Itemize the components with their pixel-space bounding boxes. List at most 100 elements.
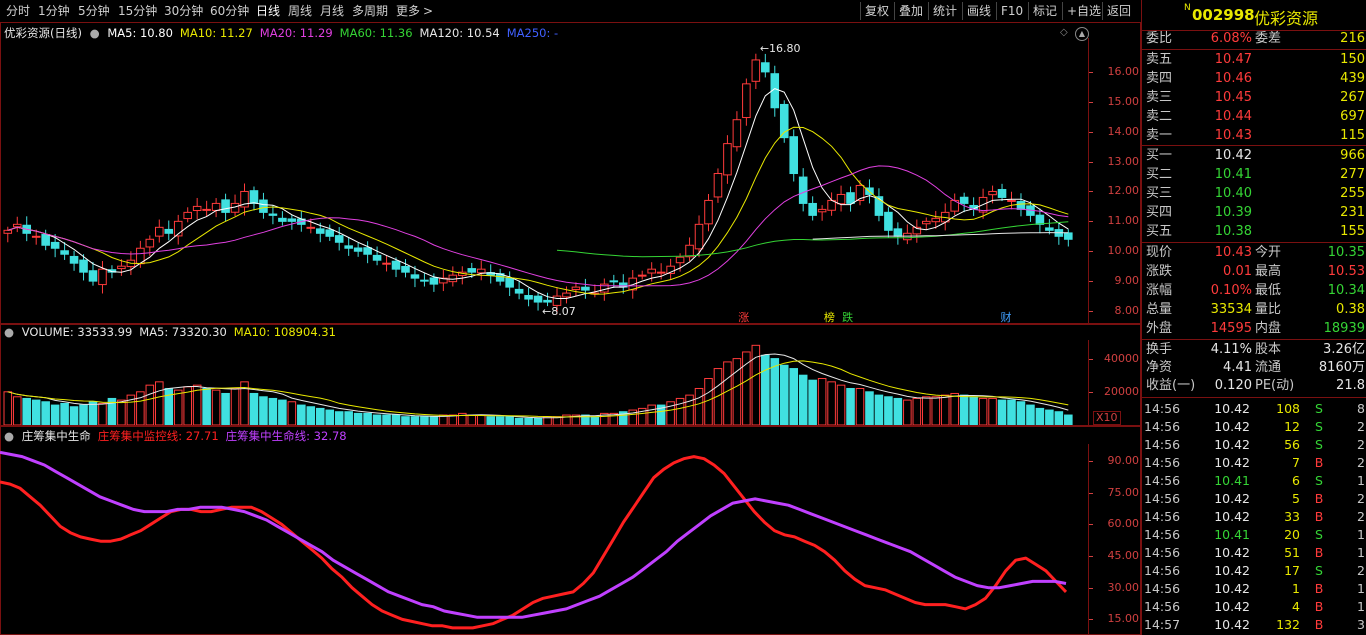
volume-bar[interactable]: [514, 417, 524, 425]
volume-bar[interactable]: [770, 358, 780, 425]
tick-row[interactable]: 14:57 10.42 132 B 3: [1142, 616, 1366, 634]
candle[interactable]: [334, 235, 344, 243]
volume-bar[interactable]: [249, 392, 259, 425]
volume-bar[interactable]: [1035, 407, 1045, 425]
volume-bar[interactable]: [789, 368, 799, 425]
volume-bar[interactable]: [306, 406, 316, 425]
volume-bar[interactable]: [1007, 399, 1016, 425]
candle[interactable]: [259, 199, 268, 213]
candle[interactable]: [723, 143, 732, 176]
volume-bar[interactable]: [230, 387, 240, 425]
volume-bar[interactable]: [420, 416, 429, 425]
volume-bar[interactable]: [202, 387, 211, 425]
volume-bar[interactable]: [69, 406, 79, 425]
candle[interactable]: [656, 271, 666, 274]
candle[interactable]: [420, 279, 429, 282]
volume-bar[interactable]: [259, 396, 268, 425]
volume-bar[interactable]: [145, 384, 155, 425]
volume-bar[interactable]: [742, 351, 751, 425]
toolbar-button-7[interactable]: 返回: [1102, 2, 1135, 20]
volume-bar[interactable]: [978, 397, 988, 425]
candle[interactable]: [836, 193, 846, 205]
tick-row[interactable]: 14:56 10.42 51 B 1: [1142, 544, 1366, 562]
volume-chart[interactable]: [0, 340, 1088, 425]
candle[interactable]: [884, 211, 893, 231]
volume-bar[interactable]: [268, 397, 278, 425]
period-tab-3[interactable]: 15分钟: [118, 3, 157, 19]
tick-row[interactable]: 14:56 10.42 7 B 2: [1142, 454, 1366, 472]
candle[interactable]: [410, 274, 420, 279]
candle[interactable]: [997, 189, 1007, 198]
candle[interactable]: [476, 268, 486, 274]
toolbar-button-4[interactable]: F10: [996, 2, 1027, 20]
toolbar-button-3[interactable]: 画线: [962, 2, 995, 20]
volume-bar[interactable]: [211, 389, 221, 425]
event-tag[interactable]: 跌: [842, 310, 853, 323]
tick-row[interactable]: 14:56 10.42 17 S 2: [1142, 562, 1366, 580]
candle[interactable]: [685, 244, 694, 258]
volume-bar[interactable]: [372, 414, 382, 425]
candle[interactable]: [789, 136, 799, 175]
candle[interactable]: [647, 268, 656, 274]
volume-bar[interactable]: [117, 399, 126, 425]
volume-bar[interactable]: [221, 392, 230, 425]
candle[interactable]: [732, 119, 742, 148]
candle[interactable]: [88, 270, 98, 282]
volume-bar[interactable]: [921, 396, 931, 425]
candle[interactable]: [249, 190, 259, 204]
volume-bar[interactable]: [827, 381, 836, 425]
bid-row[interactable]: 买四 10.39 231: [1142, 204, 1366, 222]
candle[interactable]: [278, 217, 287, 222]
volume-bar[interactable]: [997, 399, 1007, 425]
ask-row[interactable]: 卖四 10.46 439: [1142, 70, 1366, 88]
candle[interactable]: [581, 286, 590, 291]
volume-bar[interactable]: [12, 396, 22, 425]
period-tab-10[interactable]: 更多 >: [396, 3, 433, 19]
bid-row[interactable]: 买一 10.42 966: [1142, 147, 1366, 165]
volume-bar[interactable]: [865, 391, 874, 425]
candle[interactable]: [145, 238, 155, 248]
candle[interactable]: [12, 223, 22, 228]
candle[interactable]: [287, 218, 297, 222]
volume-bar[interactable]: [931, 396, 941, 425]
candle[interactable]: [41, 234, 50, 246]
candle[interactable]: [694, 223, 704, 250]
volume-bar[interactable]: [495, 416, 505, 425]
volume-bar[interactable]: [287, 401, 297, 425]
tick-row[interactable]: 14:56 10.41 6 S 1: [1142, 472, 1366, 490]
period-tab-8[interactable]: 月线: [320, 3, 344, 19]
tick-row[interactable]: 14:56 10.42 12 S 2: [1142, 418, 1366, 436]
volume-bar[interactable]: [278, 399, 287, 425]
candle[interactable]: [921, 220, 931, 225]
volume-bar[interactable]: [505, 416, 514, 425]
candle[interactable]: [1045, 227, 1054, 231]
volume-bar[interactable]: [353, 412, 363, 425]
bid-row[interactable]: 买二 10.41 277: [1142, 166, 1366, 184]
volume-bar[interactable]: [50, 404, 60, 425]
candle[interactable]: [562, 292, 571, 298]
candle[interactable]: [571, 286, 581, 291]
volume-bar[interactable]: [429, 416, 439, 425]
candle[interactable]: [959, 196, 969, 204]
candle[interactable]: [1016, 201, 1026, 210]
candle[interactable]: [268, 213, 278, 216]
candle[interactable]: [401, 265, 410, 273]
candle[interactable]: [60, 250, 69, 255]
bid-row[interactable]: 买五 10.38 155: [1142, 223, 1366, 241]
volume-bar[interactable]: [382, 414, 391, 425]
candle[interactable]: [353, 247, 363, 252]
volume-bar[interactable]: [476, 414, 486, 425]
candle[interactable]: [713, 173, 723, 198]
volume-bar[interactable]: [846, 387, 855, 425]
candle[interactable]: [742, 83, 751, 119]
tick-row[interactable]: 14:56 10.42 108 S 8: [1142, 400, 1366, 418]
period-tab-4[interactable]: 30分钟: [164, 3, 203, 19]
candle[interactable]: [798, 176, 808, 204]
volume-bar[interactable]: [344, 411, 353, 425]
volume-bar[interactable]: [325, 409, 335, 425]
candle[interactable]: [372, 254, 382, 261]
tick-row[interactable]: 14:56 10.41 20 S 1: [1142, 526, 1366, 544]
volume-bar[interactable]: [912, 397, 922, 425]
candle[interactable]: [31, 235, 41, 238]
candle[interactable]: [1035, 214, 1045, 225]
